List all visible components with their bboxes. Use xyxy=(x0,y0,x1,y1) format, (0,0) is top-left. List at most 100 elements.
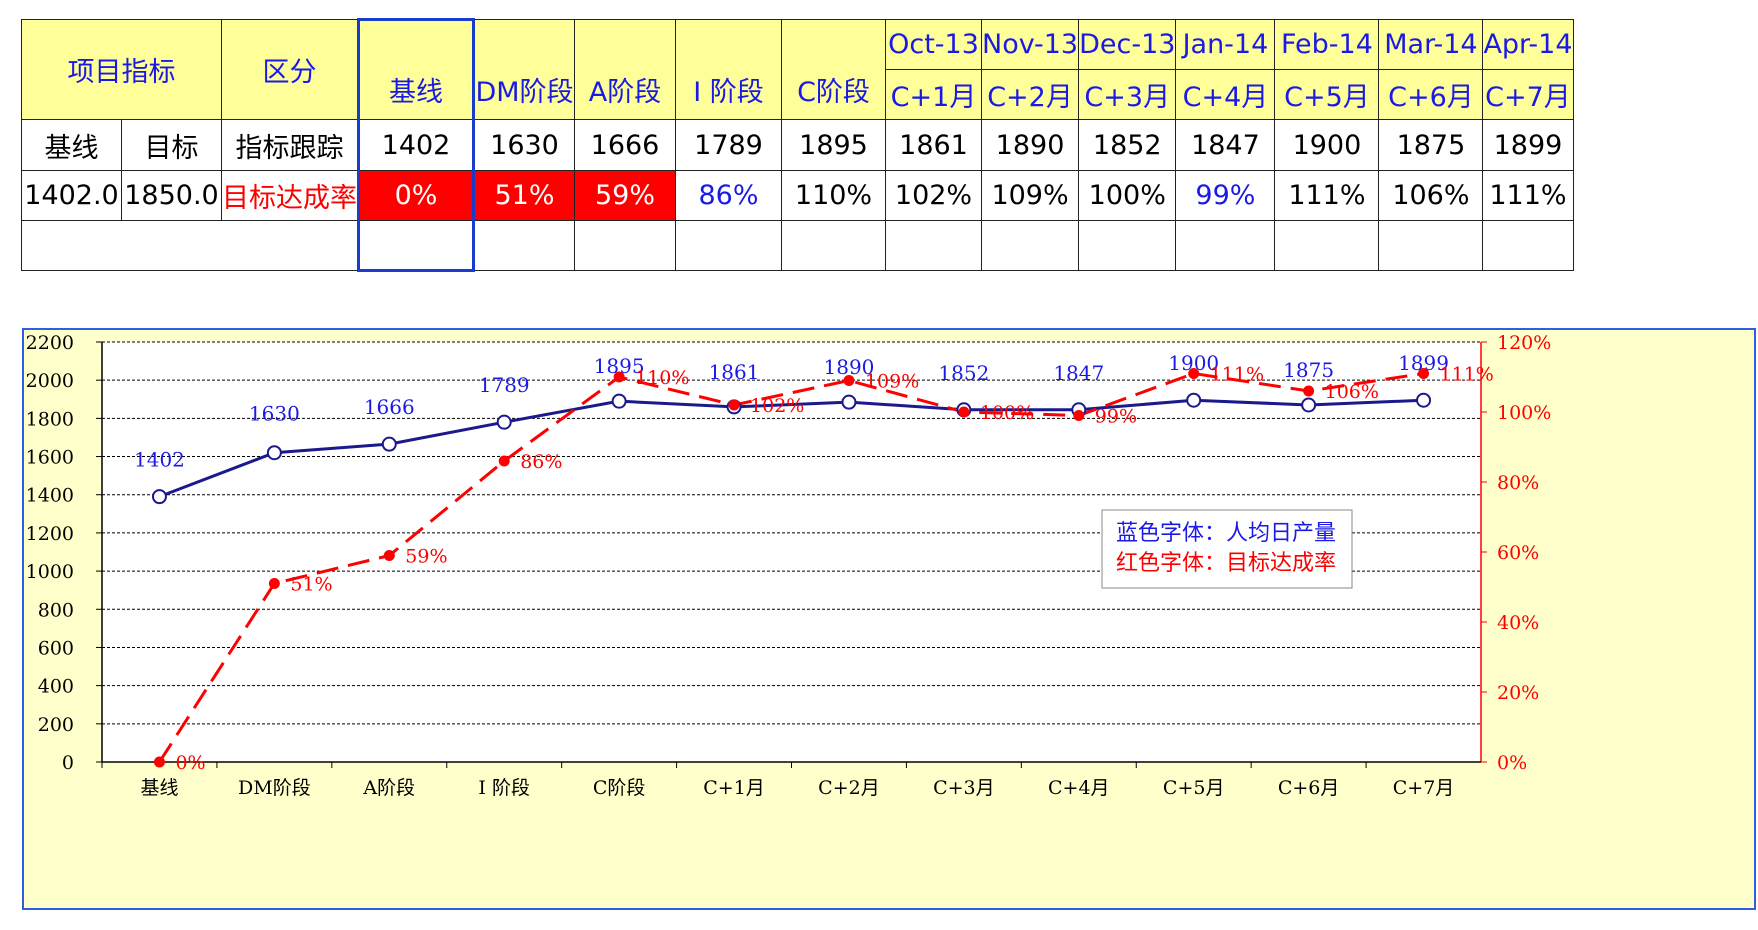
achievement-data-label: 59% xyxy=(405,546,447,568)
item-indicator-header[interactable]: 项目指标 xyxy=(21,19,222,120)
baseline-value-cell[interactable]: 1402.0 xyxy=(21,170,122,221)
achievement-point xyxy=(1418,368,1430,379)
month-stage-header-c4[interactable]: C+4月 xyxy=(1175,69,1276,120)
achievement-data-label: 0% xyxy=(175,752,205,774)
achievement-rate-cell[interactable]: 109% xyxy=(980,170,1080,221)
tracking-label-cell[interactable]: 指标跟踪 xyxy=(221,119,359,171)
output-data-label: 1875 xyxy=(1283,358,1334,382)
tracking-value-cell[interactable]: 1666 xyxy=(574,119,676,171)
month-stage-header-c2[interactable]: C+2月 xyxy=(980,69,1080,120)
achievement-point xyxy=(1188,368,1200,379)
tracking-value-cell[interactable]: 1852 xyxy=(1078,119,1177,171)
achievement-data-label: 86% xyxy=(520,451,562,473)
target-label-cell[interactable]: 目标 xyxy=(121,119,222,171)
achievement-point xyxy=(728,399,740,411)
x-axis-category-label: C+7月 xyxy=(1393,777,1455,799)
empty-cell[interactable] xyxy=(473,220,575,271)
achievement-rate-cell[interactable]: 110% xyxy=(781,170,886,221)
achievement-rate-cell[interactable]: 100% xyxy=(1078,170,1177,221)
achievement-data-label: 106% xyxy=(1325,381,1379,403)
empty-cell[interactable] xyxy=(980,220,1080,271)
stage-header-baseline[interactable]: 基线 xyxy=(357,18,475,120)
right-axis-tick-label: 40% xyxy=(1497,612,1539,634)
left-axis-tick-label: 1400 xyxy=(26,485,74,507)
achievement-rate-cell[interactable]: 86% xyxy=(675,170,782,221)
tracking-value-cell[interactable]: 1890 xyxy=(980,119,1080,171)
empty-cell[interactable] xyxy=(574,220,676,271)
empty-cell[interactable] xyxy=(675,220,782,271)
empty-cell[interactable] xyxy=(357,220,475,272)
achievement-point xyxy=(1073,410,1085,421)
empty-cell[interactable] xyxy=(1175,220,1276,271)
tracking-value-cell[interactable]: 1630 xyxy=(473,119,575,171)
month-stage-header-c1[interactable]: C+1月 xyxy=(885,69,982,120)
month-header-mar14[interactable]: Mar-14 xyxy=(1378,19,1484,70)
tracking-value-cell[interactable]: 1847 xyxy=(1175,119,1276,171)
achievement-data-label: 111% xyxy=(1440,364,1494,386)
output-point xyxy=(496,414,512,430)
achievement-rate-cell[interactable]: 111% xyxy=(1274,170,1380,221)
stage-header-dm[interactable]: DM阶段 xyxy=(473,19,575,120)
achievement-label-cell[interactable]: 目标达成率 xyxy=(221,170,359,221)
achievement-rate-cell[interactable]: 106% xyxy=(1378,170,1484,221)
left-axis-tick-label: 800 xyxy=(38,599,74,621)
month-stage-header-c3[interactable]: C+3月 xyxy=(1078,69,1177,120)
empty-cell[interactable] xyxy=(1078,220,1177,271)
stage-header-a[interactable]: A阶段 xyxy=(574,19,676,120)
empty-cell[interactable] xyxy=(781,220,886,271)
month-header-dec13[interactable]: Dec-13 xyxy=(1078,19,1177,70)
empty-cell[interactable] xyxy=(1274,220,1380,271)
target-value-cell[interactable]: 1850.0 xyxy=(121,170,222,221)
legend-blue-text: 蓝色字体：人均日产量 xyxy=(1116,521,1336,546)
empty-cell[interactable] xyxy=(1378,220,1484,271)
empty-row xyxy=(21,220,1574,272)
chart-area[interactable]: 0 200 400 600 800 1000 1200 1400 1600 1800 2000 220… xyxy=(22,328,1756,910)
month-header-jan14[interactable]: Jan-14 xyxy=(1175,19,1276,70)
tracking-value-cell[interactable]: 1875 xyxy=(1378,119,1484,171)
x-axis-category-label: C+3月 xyxy=(933,777,995,799)
achievement-point xyxy=(498,455,510,467)
output-point xyxy=(1301,397,1317,413)
stage-header-c[interactable]: C阶段 xyxy=(781,19,886,120)
left-axis-tick-label: 1800 xyxy=(26,408,74,430)
month-stage-header-c7[interactable]: C+7月 xyxy=(1482,69,1574,120)
achievement-rate-cell[interactable]: 99% xyxy=(1175,170,1276,221)
achievement-rate-cell[interactable]: 51% xyxy=(473,170,575,221)
tracking-value-cell[interactable]: 1402 xyxy=(357,119,475,171)
month-header-feb14[interactable]: Feb-14 xyxy=(1274,19,1380,70)
tracking-value-cell[interactable]: 1789 xyxy=(675,119,782,171)
month-stage-header-c6[interactable]: C+6月 xyxy=(1378,69,1484,120)
achievement-data-label: 102% xyxy=(750,395,804,417)
output-data-label: 1630 xyxy=(249,402,300,426)
tracking-value-cell[interactable]: 1900 xyxy=(1274,119,1380,171)
month-header-apr14[interactable]: Apr-14 xyxy=(1482,19,1574,70)
output-data-label: 1666 xyxy=(364,395,415,419)
tracking-value-cell[interactable]: 1895 xyxy=(781,119,886,171)
empty-cell[interactable] xyxy=(1482,220,1574,271)
achievement-rate-cell[interactable]: 0% xyxy=(357,170,475,221)
empty-cell[interactable] xyxy=(21,220,359,271)
left-axis-tick-label: 1600 xyxy=(26,447,74,469)
x-axis-category-label: C+5月 xyxy=(1163,777,1225,799)
section-header[interactable]: 区分 xyxy=(221,19,359,120)
month-header-nov13[interactable]: Nov-13 xyxy=(980,19,1080,70)
achievement-rate-cell[interactable]: 59% xyxy=(574,170,676,221)
output-data-label: 1847 xyxy=(1053,361,1104,385)
tracking-value-cell[interactable]: 1861 xyxy=(885,119,982,171)
month-header-oct13[interactable]: Oct-13 xyxy=(885,19,982,70)
achievement-point xyxy=(613,371,625,383)
month-stage-header-c5[interactable]: C+5月 xyxy=(1274,69,1380,120)
achievement-point xyxy=(958,406,970,418)
stage-header-i[interactable]: I 阶段 xyxy=(675,19,782,120)
achievement-row: 1402.0 1850.0 目标达成率 0% 51% 59% 86% 110% … xyxy=(21,170,1574,221)
achievement-rate-cell[interactable]: 102% xyxy=(885,170,982,221)
empty-cell[interactable] xyxy=(885,220,982,271)
achievement-point xyxy=(1303,385,1315,397)
left-axis-tick-label: 2000 xyxy=(26,370,74,392)
achievement-data-label: 100% xyxy=(980,402,1034,424)
achievement-rate-cell[interactable]: 111% xyxy=(1482,170,1574,221)
tracking-value-cell[interactable]: 1899 xyxy=(1482,119,1574,171)
baseline-label-cell[interactable]: 基线 xyxy=(21,119,122,171)
output-data-label: 1852 xyxy=(938,361,989,385)
output-point xyxy=(266,445,282,461)
